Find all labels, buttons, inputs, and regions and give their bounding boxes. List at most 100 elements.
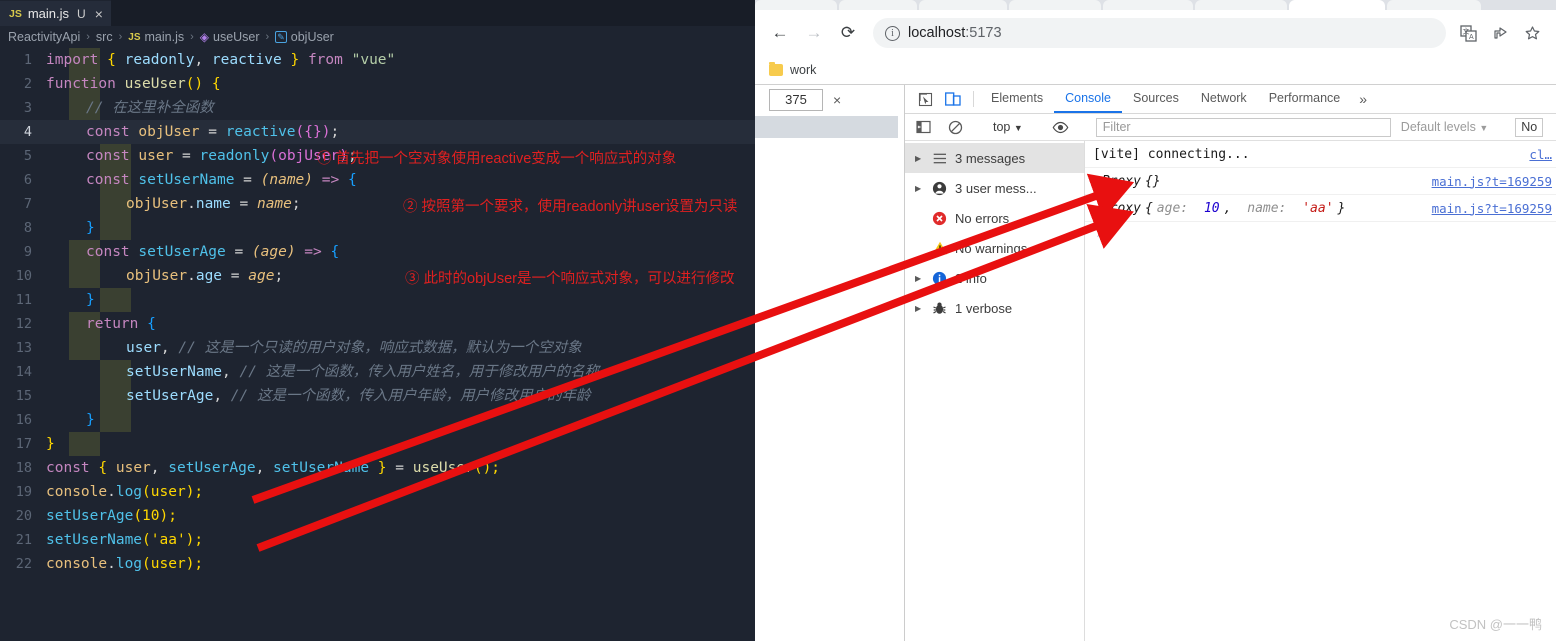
console-message-source[interactable]: main.js?t=169259 bbox=[1432, 174, 1556, 189]
line-number: 7 bbox=[23, 196, 32, 212]
console-message-source[interactable]: main.js?t=169259 bbox=[1432, 201, 1556, 216]
editor-tab-bar: JS main.js U × bbox=[0, 0, 755, 26]
code-line[interactable]: 18 const { user, setUserAge, setUserName … bbox=[0, 456, 755, 480]
inspect-element-icon[interactable] bbox=[911, 85, 939, 113]
breadcrumb-item-src[interactable]: src bbox=[96, 30, 113, 44]
browser-toolbar: ← → ⟳ i localhost:5173 文A bbox=[755, 10, 1556, 56]
breadcrumb-item-main-js[interactable]: JS main.js bbox=[128, 30, 184, 44]
code-line-active[interactable]: 4 const objUser = reactive({}); bbox=[0, 120, 755, 144]
toggle-device-toolbar-icon[interactable] bbox=[939, 85, 967, 113]
devtools-tab-elements[interactable]: Elements bbox=[980, 85, 1054, 113]
line-number: 16 bbox=[15, 412, 32, 428]
console-log-levels-selector[interactable]: Default levels ▼ bbox=[1395, 120, 1494, 134]
sidebar-item-info[interactable]: ▶ 2 info bbox=[905, 263, 1084, 293]
code-line[interactable]: 12 return { bbox=[0, 312, 755, 336]
page-render-area[interactable] bbox=[755, 116, 898, 138]
expand-triangle-icon[interactable]: ▶ bbox=[915, 154, 924, 163]
sidebar-item-warnings[interactable]: No warnings bbox=[905, 233, 1084, 263]
browser-tab[interactable] bbox=[919, 0, 1007, 10]
devtools-tab-console[interactable]: Console bbox=[1054, 85, 1122, 113]
expand-triangle-icon[interactable]: ▶ bbox=[915, 274, 924, 283]
bookmark-star-icon[interactable] bbox=[1518, 19, 1546, 47]
issues-counter[interactable]: No bbox=[1515, 117, 1544, 137]
browser-tab-strip[interactable] bbox=[755, 0, 1556, 10]
console-input-prompt[interactable]: › bbox=[1085, 222, 1556, 246]
editor-tab-main-js[interactable]: JS main.js U × bbox=[0, 0, 111, 26]
expand-triangle-icon[interactable]: ▶ bbox=[915, 304, 924, 313]
console-sidebar-icon[interactable] bbox=[909, 120, 937, 134]
bookmark-item-work[interactable]: work bbox=[790, 63, 816, 77]
console-message-source[interactable]: cl… bbox=[1529, 147, 1556, 162]
forward-button[interactable]: → bbox=[799, 18, 829, 48]
code-line[interactable]: 13 user, // 这是一个只读的用户对象，响应式数据，默认为一个空对象 bbox=[0, 336, 755, 360]
console-message-row[interactable]: ▶ Proxy {} main.js?t=169259 bbox=[1085, 168, 1556, 195]
code-line[interactable]: 20 setUserAge(10); bbox=[0, 504, 755, 528]
code-line[interactable]: 9 const setUserAge = (age) => { bbox=[0, 240, 755, 264]
code-line[interactable]: 19 console.log(user); bbox=[0, 480, 755, 504]
device-width-input[interactable]: 375 bbox=[769, 89, 823, 111]
close-icon[interactable]: × bbox=[95, 7, 103, 21]
line-number: 1 bbox=[23, 52, 32, 68]
code-line[interactable]: 17} bbox=[0, 432, 755, 456]
browser-tab[interactable] bbox=[755, 0, 837, 10]
console-message-row[interactable]: [vite] connecting... cl… bbox=[1085, 141, 1556, 168]
devtools-tab-sources[interactable]: Sources bbox=[1122, 85, 1190, 113]
sidebar-item-verbose[interactable]: ▶ 1 verbose bbox=[905, 293, 1084, 323]
expand-triangle-icon[interactable]: ▶ bbox=[915, 184, 924, 193]
code-line[interactable]: 11} bbox=[0, 288, 755, 312]
code-line[interactable]: 1 import { readonly, reactive } from "vue… bbox=[0, 48, 755, 72]
line-number: 3 bbox=[23, 100, 32, 116]
line-content: } bbox=[86, 220, 95, 236]
sidebar-item-label: 3 user mess... bbox=[955, 180, 1037, 196]
info-icon bbox=[931, 271, 948, 286]
expand-triangle-icon[interactable]: ▶ bbox=[1093, 204, 1098, 213]
share-icon[interactable] bbox=[1486, 19, 1514, 47]
more-tabs-icon[interactable]: » bbox=[1351, 85, 1375, 113]
console-message-row[interactable]: ▶ Proxy {age: 10, name: 'aa'} main.js?t=… bbox=[1085, 195, 1556, 222]
console-filter-bar: top ▼ Filter Default levels ▼ No bbox=[905, 114, 1556, 141]
back-button[interactable]: ← bbox=[765, 18, 795, 48]
devtools-tab-bar: Elements Console Sources Network Perform… bbox=[905, 85, 1556, 114]
breadcrumb-item-useuser[interactable]: ◈ useUser bbox=[200, 30, 260, 44]
code-line[interactable]: 6 const setUserName = (name) => { bbox=[0, 168, 755, 192]
sidebar-item-messages[interactable]: ▶ 3 messages bbox=[905, 143, 1084, 173]
sidebar-item-user-messages[interactable]: ▶ 3 user mess... bbox=[905, 173, 1084, 203]
live-expression-icon[interactable] bbox=[1047, 121, 1075, 134]
expand-triangle-icon[interactable]: ▶ bbox=[1093, 177, 1098, 186]
browser-tab-active[interactable] bbox=[1289, 0, 1385, 10]
screenshot-root: JS main.js U × ReactivityApi › src › JS … bbox=[0, 0, 1556, 641]
code-line[interactable]: 15 setUserAge, // 这是一个函数，传入用户年龄，用户修改用户的年龄 bbox=[0, 384, 755, 408]
sidebar-item-errors[interactable]: No errors bbox=[905, 203, 1084, 233]
info-icon[interactable]: i bbox=[885, 25, 900, 41]
line-number: 6 bbox=[23, 172, 32, 188]
code-line[interactable]: 2 function useUser() { bbox=[0, 72, 755, 96]
code-editor[interactable]: 1 import { readonly, reactive } from "vue… bbox=[0, 48, 755, 576]
code-line[interactable]: 14 setUserName, // 这是一个函数，传入用户姓名，用于修改用户的名… bbox=[0, 360, 755, 384]
breadcrumb-item-objuser[interactable]: ✎ objUser bbox=[275, 30, 334, 44]
clear-console-icon[interactable] bbox=[941, 120, 969, 135]
browser-tab[interactable] bbox=[839, 0, 917, 10]
line-number: 10 bbox=[15, 268, 32, 284]
console-output[interactable]: [vite] connecting... cl… ▶ Proxy {} main… bbox=[1085, 141, 1556, 641]
line-content: const objUser = reactive({}); bbox=[86, 124, 340, 140]
annotation-1: ① 首先把一个空对象使用reactive变成一个响应式的对象 bbox=[317, 151, 677, 167]
code-line[interactable]: 22 console.log(user); bbox=[0, 552, 755, 576]
browser-tab[interactable] bbox=[1195, 0, 1287, 10]
devtools-tab-performance[interactable]: Performance bbox=[1258, 85, 1352, 113]
code-line[interactable]: 8} bbox=[0, 216, 755, 240]
browser-tab[interactable] bbox=[1103, 0, 1193, 10]
console-filter-input[interactable]: Filter bbox=[1095, 117, 1391, 137]
address-bar[interactable]: i localhost:5173 bbox=[873, 18, 1446, 48]
svg-text:A: A bbox=[1469, 34, 1474, 41]
devtools-tab-network[interactable]: Network bbox=[1190, 85, 1258, 113]
code-line[interactable]: 16} bbox=[0, 408, 755, 432]
breadcrumb-item-reactivityapi[interactable]: ReactivityApi bbox=[8, 30, 80, 44]
reload-button[interactable]: ⟳ bbox=[833, 18, 863, 48]
browser-tab[interactable] bbox=[1009, 0, 1101, 10]
code-line[interactable]: 3 // 在这里补全函数 bbox=[0, 96, 755, 120]
code-line[interactable]: 21 setUserName('aa'); bbox=[0, 528, 755, 552]
console-context-selector[interactable]: top ▼ bbox=[990, 120, 1026, 134]
browser-tab[interactable] bbox=[1387, 0, 1481, 10]
translate-icon[interactable]: 文A bbox=[1454, 19, 1482, 47]
js-icon: JS bbox=[128, 31, 141, 43]
